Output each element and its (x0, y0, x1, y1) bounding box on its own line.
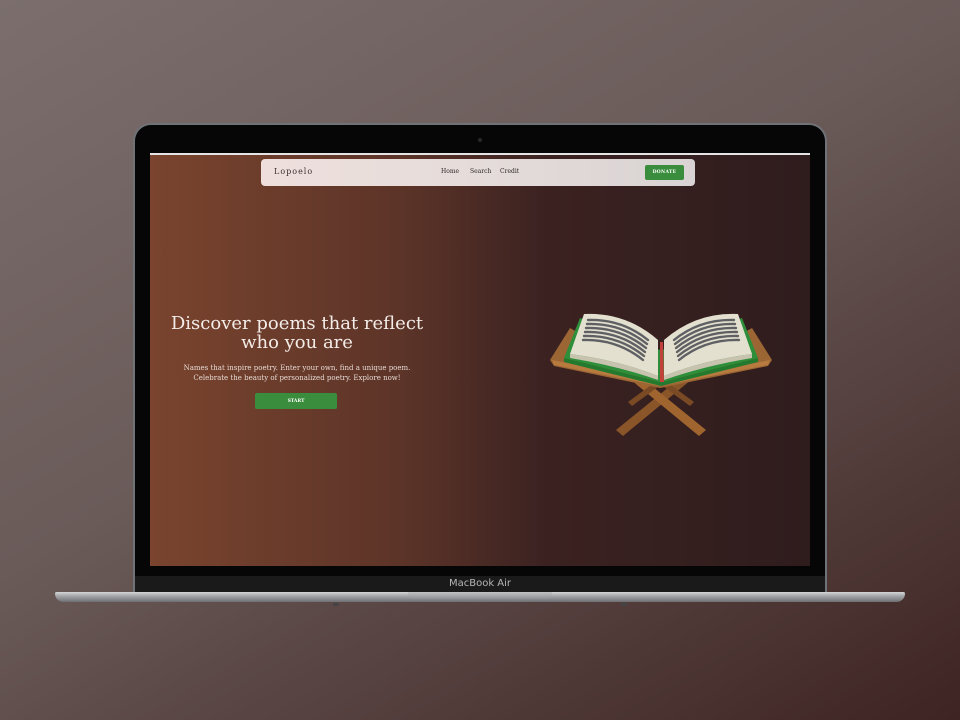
laptop-hinge-notch (408, 592, 552, 599)
start-button[interactable]: START (255, 393, 337, 409)
laptop-foot-right (621, 603, 627, 606)
hero-title: Discover poems that reflect who you are (170, 314, 424, 352)
laptop-foot-left (333, 603, 339, 606)
hero-title-line-1: Discover poems that reflect (170, 313, 424, 334)
nav-link-home[interactable]: Home (441, 168, 459, 175)
device-model-label: MacBook Air (448, 578, 512, 589)
hero-section: Discover poems that reflect who you are … (170, 314, 424, 383)
camera-icon (478, 138, 482, 142)
nav-link-credit[interactable]: Credit (500, 168, 519, 175)
site-logo[interactable]: Lopoelo (274, 167, 313, 176)
open-book-on-stand-icon (550, 313, 772, 436)
hero-subtitle-line-2: Celebrate the beauty of personalized poe… (193, 374, 401, 382)
donate-button[interactable]: DONATE (645, 165, 684, 180)
navbar: Lopoelo Home Search Credit DONATE (261, 159, 695, 186)
hero-subtitle-line-1: Names that inspire poetry. Enter your ow… (183, 364, 411, 372)
website-screen: Lopoelo Home Search Credit DONATE Discov… (150, 153, 810, 566)
hero-title-line-2: who you are (241, 332, 353, 353)
hero-subtitle: Names that inspire poetry. Enter your ow… (170, 363, 424, 383)
nav-link-search[interactable]: Search (470, 168, 491, 175)
